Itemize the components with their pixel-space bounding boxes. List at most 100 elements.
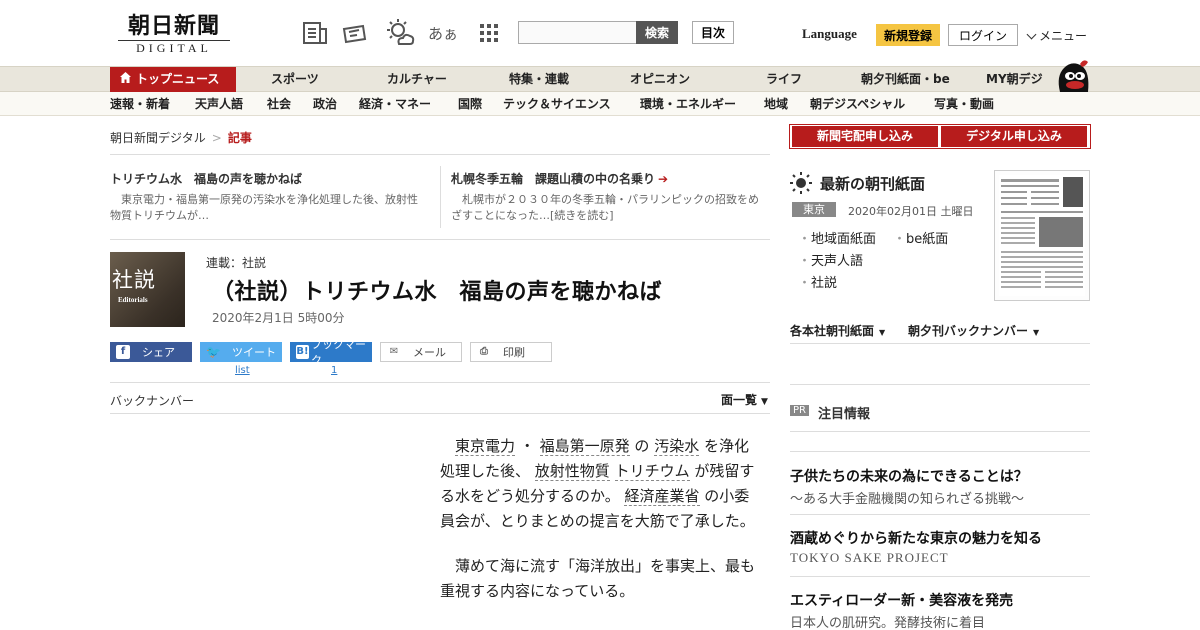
- divider: [440, 166, 441, 228]
- page-list-dropdown[interactable]: 面一覧 ▼: [721, 391, 768, 408]
- hatena-count[interactable]: 1: [331, 365, 337, 376]
- subscribe-home-button[interactable]: 新聞宅配申し込み: [792, 126, 938, 147]
- divider: [110, 154, 770, 155]
- related-title-2[interactable]: 札幌冬季五輪 課題山積の中の名乗り ➔: [451, 170, 668, 187]
- grid-icon[interactable]: [474, 18, 504, 48]
- nav-papers[interactable]: 朝夕刊紙面・be: [861, 67, 950, 92]
- keyword-link[interactable]: 東京電力: [455, 437, 516, 456]
- nav-opinion[interactable]: オピニオン: [630, 67, 690, 92]
- sun-icon: [790, 172, 812, 198]
- language-link[interactable]: Language: [802, 26, 857, 42]
- newspaper-thumbnail[interactable]: [994, 170, 1090, 301]
- nav-society[interactable]: 社会: [267, 92, 291, 116]
- related-text-2[interactable]: 札幌市が２０３０年の冬季五輪・パラリンピックの招致をめざすことになった…[続きを…: [451, 192, 766, 224]
- backnumber-dropdown[interactable]: 朝夕刊バックナンバー ▼: [908, 322, 1039, 339]
- nav-breaking[interactable]: 速報・新着: [110, 92, 170, 116]
- search-input[interactable]: [518, 21, 636, 44]
- secondary-nav: 速報・新着 天声人語 社会 政治 経済・マネー 国際 テック＆サイエンス 環境・…: [0, 92, 1200, 116]
- promo-title[interactable]: エスティローダー新・美容液を発売: [790, 590, 1013, 610]
- register-button[interactable]: 新規登録: [876, 24, 940, 46]
- body-text: の: [634, 437, 650, 455]
- promo-title[interactable]: 子供たちの未来の為にできることは？: [790, 466, 1028, 486]
- divider: [790, 431, 1090, 432]
- pr-section-title: 注目情報: [818, 407, 871, 422]
- arrow-right-icon: ➔: [658, 172, 669, 186]
- related-title-1[interactable]: トリチウム水 福島の声を聴かねば: [110, 170, 302, 187]
- nav-my-asadigi[interactable]: MY朝デジ: [986, 67, 1043, 92]
- nav-special[interactable]: 朝デジスペシャル: [810, 92, 905, 116]
- keyword-link[interactable]: 経済産業省: [624, 487, 700, 506]
- article-date: 2020年2月1日 5時00分: [212, 311, 345, 325]
- divider: [110, 382, 770, 383]
- primary-nav: トップニュース スポーツ カルチャー 特集・連載 オピニオン ライフ 朝夕刊紙面…: [0, 66, 1200, 92]
- breadcrumb-separator: >: [211, 131, 222, 145]
- mail-share-button[interactable]: ✉ メール: [380, 342, 462, 362]
- nav-photo-video[interactable]: 写真・動画: [934, 92, 994, 116]
- nav-tensei-jingo[interactable]: 天声人語: [195, 92, 243, 116]
- index-button[interactable]: 目次: [692, 21, 734, 44]
- keyword-link[interactable]: 福島第一原発: [539, 437, 630, 456]
- delivery-icon[interactable]: [340, 18, 370, 48]
- nav-top-news-label: トップニュース: [136, 72, 220, 86]
- nav-features[interactable]: 特集・連載: [509, 67, 569, 92]
- series-link[interactable]: 連載：社説: [206, 254, 266, 271]
- backnumber-link[interactable]: バックナンバー: [110, 392, 194, 409]
- link-tensei-jingo[interactable]: 天声人語: [808, 250, 863, 269]
- regional-papers-label: 各本社朝刊紙面: [790, 324, 875, 338]
- menu-button[interactable]: メニュー: [1026, 27, 1087, 44]
- weather-icon[interactable]: [385, 18, 415, 48]
- nav-culture[interactable]: カルチャー: [387, 67, 447, 92]
- caret-down-icon: ▼: [879, 328, 886, 337]
- search-button[interactable]: 検索: [636, 21, 678, 44]
- article-title: （社説）トリチウム水 福島の声を聴かねば: [212, 280, 663, 305]
- caret-down-icon: ▼: [761, 397, 768, 407]
- logo-text-jp: 朝日新聞: [127, 13, 220, 39]
- mascot-icon[interactable]: [1054, 58, 1092, 92]
- thumbnail-text-en: Editorials: [118, 296, 148, 304]
- mail-icon: ✉: [389, 346, 399, 357]
- promo-subtitle: ～ある大手金融機関の知られざる挑戦～: [790, 492, 1025, 507]
- nav-environment[interactable]: 環境・エネルギー: [640, 92, 736, 116]
- divider: [790, 343, 1090, 344]
- twitter-count[interactable]: list: [235, 365, 250, 376]
- link-be-paper[interactable]: be紙面: [903, 228, 948, 247]
- nav-top-news[interactable]: トップニュース: [110, 67, 236, 92]
- body-text: ・: [519, 437, 535, 455]
- nav-sports[interactable]: スポーツ: [271, 67, 319, 92]
- facebook-share-button[interactable]: f シェア: [110, 342, 192, 362]
- subscribe-digital-button[interactable]: デジタル申し込み: [941, 126, 1087, 147]
- nav-region[interactable]: 地域: [764, 92, 788, 116]
- article-paragraph: 東京電力 ・ 福島第一原発 の 汚染水 を浄化処理した後、 放射性物質 トリチウ…: [440, 434, 760, 534]
- thumbnail-text-jp: 社説: [112, 268, 156, 292]
- nav-politics[interactable]: 政治: [313, 92, 337, 116]
- login-button[interactable]: ログイン: [948, 24, 1018, 46]
- promo-title[interactable]: 酒蔵めぐりから新たな東京の魅力を知る: [790, 528, 1042, 548]
- home-icon: [120, 67, 131, 92]
- regional-papers-dropdown[interactable]: 各本社朝刊紙面 ▼: [790, 322, 885, 339]
- print-button[interactable]: ⎙ 印刷: [470, 342, 552, 362]
- nav-life[interactable]: ライフ: [766, 67, 802, 92]
- divider: [790, 451, 1090, 452]
- paper-date: 2020年02月01日 土曜日: [848, 205, 974, 218]
- keyword-link[interactable]: 放射性物質: [534, 462, 610, 481]
- font-size-icon[interactable]: あぁ: [428, 18, 458, 48]
- link-regional-paper[interactable]: 地域面紙面: [808, 228, 876, 247]
- breadcrumb-home[interactable]: 朝日新聞デジタル: [110, 131, 206, 145]
- keyword-link[interactable]: トリチウム: [614, 462, 690, 481]
- facebook-share-label: シェア: [142, 346, 175, 359]
- asahi-logo[interactable]: 朝日新聞 DIGITAL: [118, 14, 230, 55]
- keyword-link[interactable]: 汚染水: [654, 437, 700, 456]
- link-editorial[interactable]: 社説: [808, 272, 837, 291]
- latest-paper-title[interactable]: 最新の朝刊紙面: [820, 173, 925, 194]
- related-text-1: 東京電力・福島第一原発の汚染水を浄化処理した後、放射性物質トリチウムが…: [110, 193, 418, 222]
- newspaper-icon[interactable]: [300, 18, 330, 48]
- twitter-icon: 🐦: [206, 345, 221, 359]
- divider: [110, 413, 770, 414]
- nav-international[interactable]: 国際: [458, 92, 482, 116]
- nav-economy[interactable]: 経済・マネー: [359, 92, 431, 116]
- nav-tech[interactable]: テック＆サイエンス: [503, 92, 611, 116]
- hatena-icon: B!: [296, 345, 309, 359]
- divider: [790, 514, 1090, 515]
- hatena-bookmark-button[interactable]: B! ブックマーク: [290, 338, 372, 367]
- twitter-share-button[interactable]: 🐦 ツイート: [200, 342, 282, 362]
